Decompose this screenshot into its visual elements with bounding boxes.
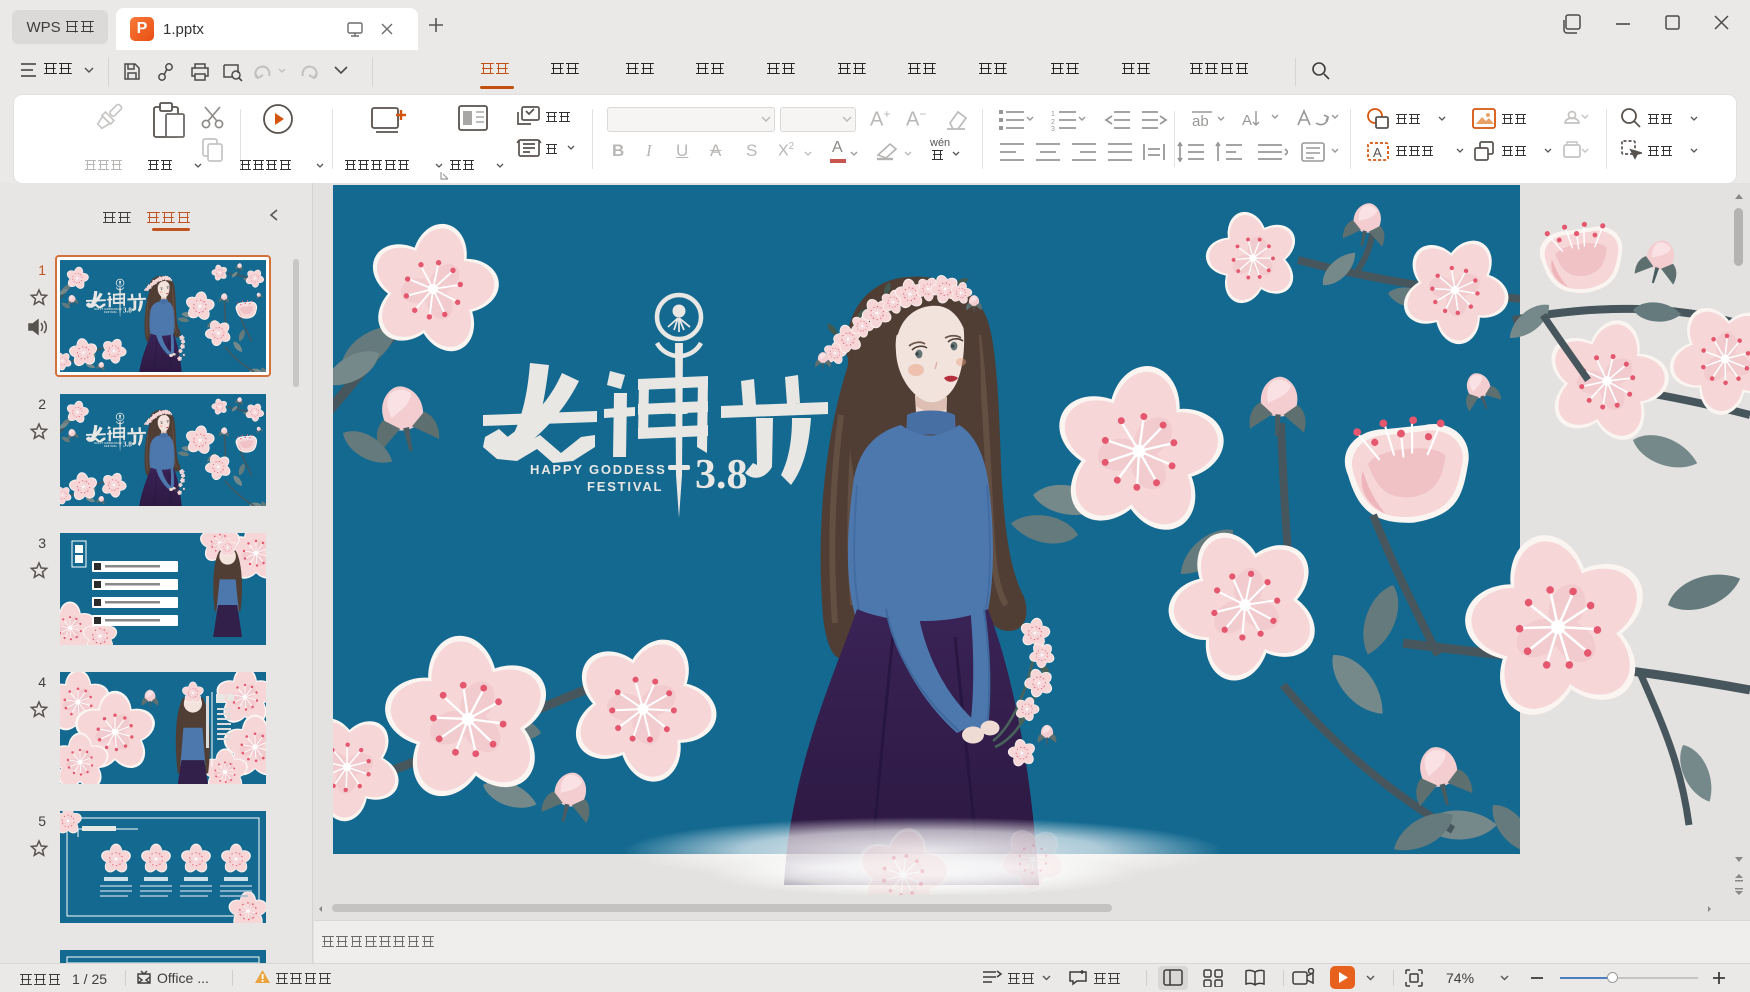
svg-text:A: A	[1242, 112, 1252, 129]
svg-text:2: 2	[1051, 119, 1055, 126]
svg-text:ab: ab	[1192, 113, 1209, 130]
svg-text:3: 3	[1051, 126, 1055, 131]
svg-text:1: 1	[1051, 111, 1055, 118]
svg-text:A: A	[1373, 145, 1382, 160]
